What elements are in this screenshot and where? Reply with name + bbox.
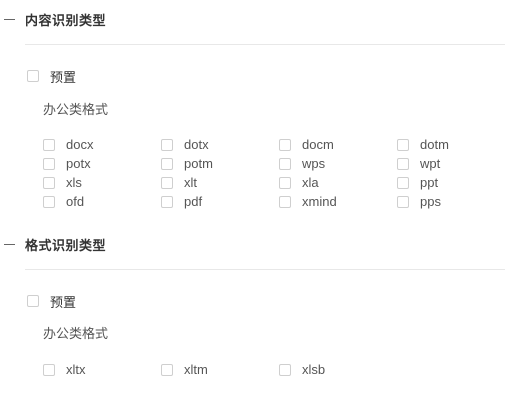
format-option-pdf[interactable]: pdf — [161, 192, 202, 211]
format-checkbox[interactable] — [279, 138, 291, 151]
preset-checkbox-row[interactable]: 预置 — [27, 67, 76, 85]
format-checkbox[interactable] — [397, 195, 409, 208]
format-option-xla[interactable]: xla — [279, 173, 319, 192]
format-checkbox[interactable] — [397, 176, 409, 189]
format-option-docx[interactable]: docx — [43, 135, 93, 154]
preset-checkbox-row[interactable]: 预置 — [27, 292, 76, 310]
format-checkbox[interactable] — [43, 176, 55, 189]
format-label: xlsb — [302, 362, 326, 377]
format-option-wpt[interactable]: wpt — [397, 154, 440, 173]
format-label: potm — [184, 156, 213, 171]
section-header: 内容识别类型 — [0, 9, 106, 29]
preset-checkbox[interactable] — [27, 295, 39, 307]
format-checkbox[interactable] — [279, 176, 291, 189]
format-checkbox[interactable] — [397, 138, 409, 151]
format-label: xltm — [184, 362, 208, 377]
format-checkbox[interactable] — [279, 363, 291, 376]
format-label: wps — [302, 156, 326, 171]
collapse-icon[interactable] — [4, 14, 15, 25]
section-title: 内容识别类型 — [25, 12, 107, 28]
preset-label: 预置 — [50, 294, 77, 310]
file-type-settings: 内容识别类型 预置 办公类格式 docx dotx docm dotm potx potm… — [0, 0, 505, 411]
format-label: xla — [302, 175, 319, 190]
format-option-wps[interactable]: wps — [279, 154, 325, 173]
content-recognition-section: 内容识别类型 预置 办公类格式 docx dotx docm dotm potx potm… — [0, 9, 505, 219]
format-recognition-section: 格式识别类型 预置 办公类格式 xltx xltm xlsb — [0, 234, 505, 404]
preset-checkbox[interactable] — [27, 70, 39, 82]
office-format-group-label: 办公类格式 — [43, 326, 109, 341]
format-checkbox[interactable] — [279, 195, 291, 208]
preset-label: 预置 — [50, 69, 77, 85]
format-checkbox[interactable] — [43, 138, 55, 151]
format-label: potx — [66, 156, 91, 171]
divider — [25, 44, 505, 45]
format-option-xlsb[interactable]: xlsb — [279, 360, 325, 379]
format-label: ofd — [66, 194, 85, 209]
divider — [25, 269, 505, 270]
format-option-ofd[interactable]: ofd — [43, 192, 84, 211]
format-label: docx — [66, 137, 94, 152]
format-option-potm[interactable]: potm — [161, 154, 213, 173]
format-label: xmind — [302, 194, 337, 209]
format-label: xlt — [184, 175, 197, 190]
format-option-ppt[interactable]: ppt — [397, 173, 438, 192]
format-label: pdf — [184, 194, 203, 209]
format-label: docm — [302, 137, 334, 152]
format-label: ppt — [420, 175, 439, 190]
format-label: dotx — [184, 137, 209, 152]
format-label: dotm — [420, 137, 449, 152]
format-checkbox[interactable] — [43, 157, 55, 170]
format-checkbox[interactable] — [43, 195, 55, 208]
format-option-xltx[interactable]: xltx — [43, 360, 86, 379]
office-format-group-label: 办公类格式 — [43, 102, 109, 117]
format-option-xmind[interactable]: xmind — [279, 192, 337, 211]
format-checkbox[interactable] — [43, 363, 55, 376]
section-title: 格式识别类型 — [25, 237, 107, 253]
format-checkbox[interactable] — [161, 363, 173, 376]
format-label: xltx — [66, 362, 86, 377]
format-checkbox[interactable] — [161, 157, 173, 170]
section-header: 格式识别类型 — [0, 234, 106, 254]
format-checkbox[interactable] — [161, 176, 173, 189]
format-checkbox[interactable] — [161, 195, 173, 208]
format-option-docm[interactable]: docm — [279, 135, 334, 154]
collapse-icon[interactable] — [4, 239, 15, 250]
format-option-dotm[interactable]: dotm — [397, 135, 449, 154]
format-checkbox[interactable] — [161, 138, 173, 151]
format-option-pps[interactable]: pps — [397, 192, 441, 211]
format-label: wpt — [420, 156, 441, 171]
format-label: xls — [66, 175, 82, 190]
format-option-xltm[interactable]: xltm — [161, 360, 208, 379]
format-option-xlt[interactable]: xlt — [161, 173, 197, 192]
format-label: pps — [420, 194, 441, 209]
format-checkbox[interactable] — [279, 157, 291, 170]
format-option-xls[interactable]: xls — [43, 173, 82, 192]
format-option-potx[interactable]: potx — [43, 154, 91, 173]
format-checkbox[interactable] — [397, 157, 409, 170]
format-option-dotx[interactable]: dotx — [161, 135, 209, 154]
